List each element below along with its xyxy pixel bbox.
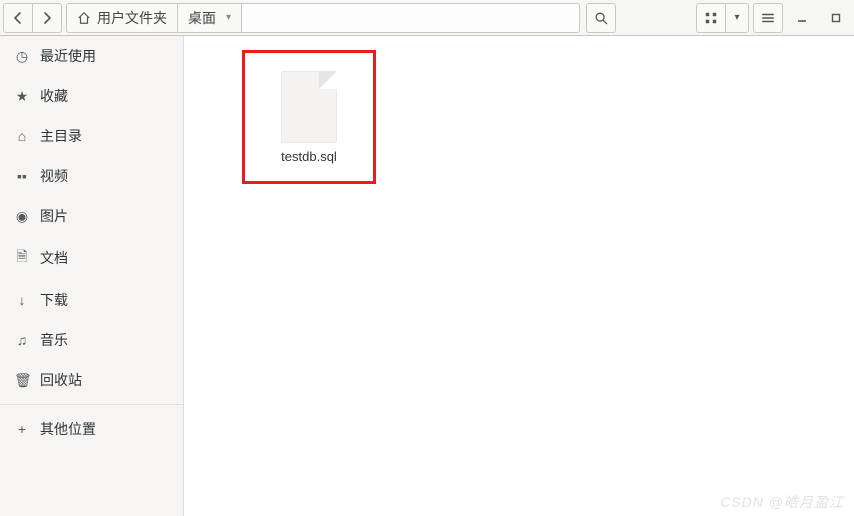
sidebar-item-documents[interactable]: 🗎 文档 <box>0 236 183 280</box>
sidebar-item-label: 音乐 <box>40 330 68 350</box>
sidebar-item-starred[interactable]: ★ 收藏 <box>0 76 183 116</box>
chevron-left-icon <box>12 12 24 24</box>
hamburger-menu-button[interactable] <box>753 3 783 33</box>
sidebar-item-label: 收藏 <box>40 86 68 106</box>
grid-icon <box>704 11 718 25</box>
chevron-down-icon: ▾ <box>734 12 739 23</box>
forward-button[interactable] <box>32 3 62 33</box>
path-home-label: 用户文件夹 <box>97 8 167 28</box>
camera-icon: ◉ <box>14 208 30 225</box>
sidebar-item-music[interactable]: ♫ 音乐 <box>0 320 183 360</box>
sidebar-item-label: 最近使用 <box>40 46 96 66</box>
nav-group <box>3 3 62 33</box>
path-home[interactable]: 用户文件夹 <box>66 3 178 33</box>
chevron-down-icon: ▾ <box>226 12 231 23</box>
sidebar-item-label: 图片 <box>40 206 68 226</box>
home-icon <box>77 11 91 25</box>
back-button[interactable] <box>3 3 33 33</box>
sidebar-item-pictures[interactable]: ◉ 图片 <box>0 196 183 236</box>
music-icon: ♫ <box>14 332 30 348</box>
minimize-button[interactable] <box>787 3 817 33</box>
search-button[interactable] <box>586 3 616 33</box>
content-area: ◷ 最近使用 ★ 收藏 ⌂ 主目录 ▪▪ 视频 ◉ 图片 🗎 文档 ↓ 下载 ♫ <box>0 36 854 516</box>
path-bar: 用户文件夹 桌面 ▾ <box>66 3 580 33</box>
sidebar-item-label: 回收站 <box>40 370 82 390</box>
chevron-right-icon <box>41 12 53 24</box>
home-icon: ⌂ <box>14 128 30 144</box>
sidebar-item-other-locations[interactable]: + 其他位置 <box>0 409 183 449</box>
download-icon: ↓ <box>14 292 30 308</box>
clock-icon: ◷ <box>14 48 30 65</box>
sidebar-item-label: 下载 <box>40 290 68 310</box>
path-remainder[interactable] <box>241 3 580 33</box>
file-item[interactable]: testdb.sql <box>242 50 376 184</box>
view-dropdown-button[interactable]: ▾ <box>725 3 749 33</box>
menu-icon <box>761 11 775 25</box>
sidebar-separator <box>0 404 183 405</box>
minimize-icon <box>796 12 808 24</box>
sidebar-item-label: 其他位置 <box>40 419 96 439</box>
path-desktop-label: 桌面 <box>188 8 216 28</box>
sidebar-item-downloads[interactable]: ↓ 下载 <box>0 280 183 320</box>
sidebar: ◷ 最近使用 ★ 收藏 ⌂ 主目录 ▪▪ 视频 ◉ 图片 🗎 文档 ↓ 下载 ♫ <box>0 36 184 516</box>
watermark: CSDN @皓月盈江 <box>720 492 844 512</box>
sidebar-item-label: 主目录 <box>40 126 82 146</box>
sidebar-item-label: 视频 <box>40 166 68 186</box>
video-icon: ▪▪ <box>14 168 30 184</box>
file-icon <box>281 71 337 143</box>
view-switcher: ▾ <box>696 3 749 33</box>
document-icon: 🗎 <box>14 246 30 270</box>
file-view[interactable]: testdb.sql <box>184 36 854 516</box>
icon-view-button[interactable] <box>696 3 726 33</box>
toolbar: 用户文件夹 桌面 ▾ ▾ <box>0 0 854 36</box>
sidebar-item-recent[interactable]: ◷ 最近使用 <box>0 36 183 76</box>
search-icon <box>594 11 608 25</box>
sidebar-item-home[interactable]: ⌂ 主目录 <box>0 116 183 156</box>
sidebar-item-videos[interactable]: ▪▪ 视频 <box>0 156 183 196</box>
maximize-icon <box>830 12 842 24</box>
toolbar-right: ▾ <box>586 3 851 33</box>
plus-icon: + <box>14 421 30 437</box>
file-name-label: testdb.sql <box>281 149 337 164</box>
sidebar-item-label: 文档 <box>40 248 68 268</box>
path-desktop[interactable]: 桌面 ▾ <box>177 3 242 33</box>
star-icon: ★ <box>14 88 30 105</box>
sidebar-item-trash[interactable]: 🗑 回收站 <box>0 360 183 400</box>
trash-icon: 🗑 <box>14 372 30 389</box>
maximize-button[interactable] <box>821 3 851 33</box>
